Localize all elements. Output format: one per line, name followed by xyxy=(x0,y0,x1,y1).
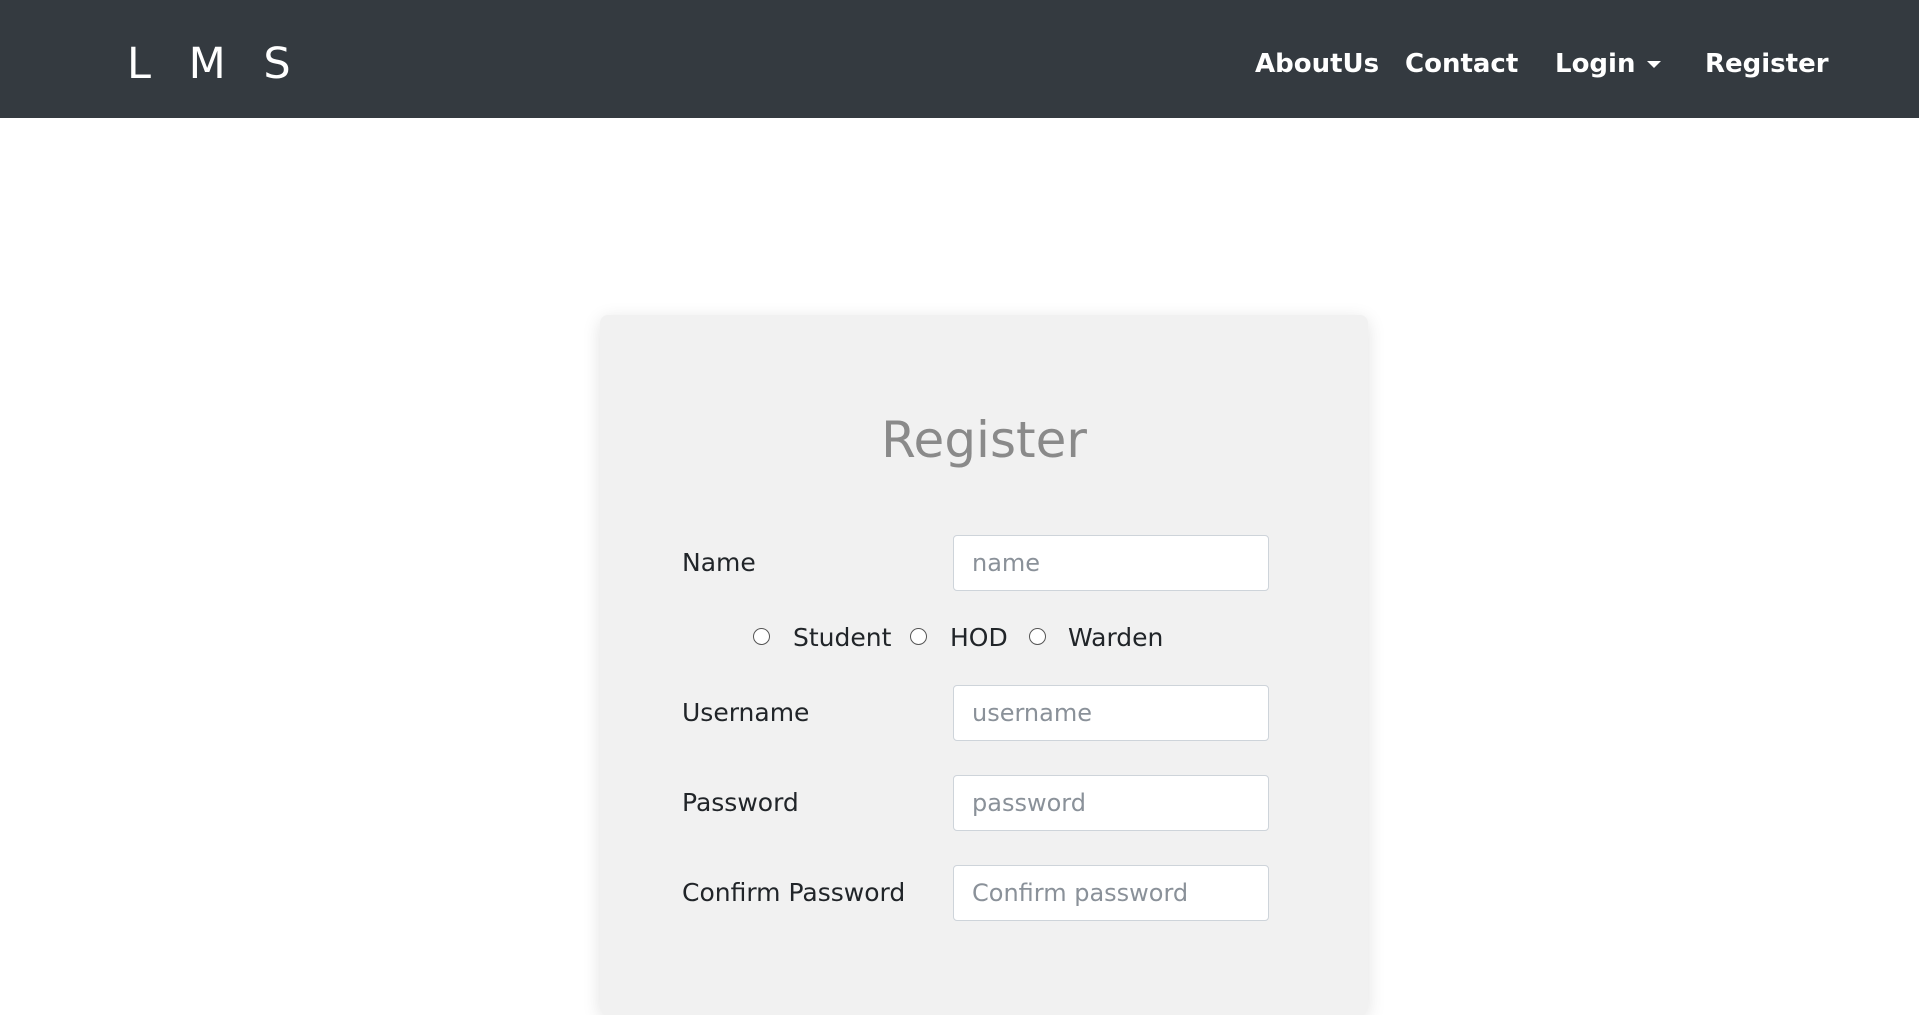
nav-link-contact[interactable]: Contact xyxy=(1405,40,1518,88)
nav-link-about[interactable]: AboutUs xyxy=(1255,40,1379,88)
navbar: L M S AboutUs Contact Login Register xyxy=(0,0,1919,118)
radio-student[interactable] xyxy=(753,628,770,645)
username-input[interactable] xyxy=(953,685,1269,741)
name-label: Name xyxy=(682,548,756,577)
password-input[interactable] xyxy=(953,775,1269,831)
radio-warden-label[interactable]: Warden xyxy=(1068,618,1163,658)
username-label: Username xyxy=(682,698,810,727)
radio-hod-label[interactable]: HOD xyxy=(950,618,1008,658)
radio-student-label[interactable]: Student xyxy=(793,618,891,658)
name-input[interactable] xyxy=(953,535,1269,591)
radio-hod[interactable] xyxy=(910,628,927,645)
radio-warden[interactable] xyxy=(1029,628,1046,645)
nav-dropdown-login[interactable]: Login xyxy=(1555,40,1662,88)
nav-link-register[interactable]: Register xyxy=(1705,40,1829,88)
confirm-password-input[interactable] xyxy=(953,865,1269,921)
confirm-password-label: Confirm Password xyxy=(682,878,906,907)
password-label: Password xyxy=(682,788,799,817)
form-title: Register xyxy=(881,411,1087,469)
brand-logo[interactable]: L M S xyxy=(127,36,303,92)
caret-down-icon xyxy=(1647,61,1662,68)
nav-dropdown-login-label: Login xyxy=(1555,49,1636,79)
